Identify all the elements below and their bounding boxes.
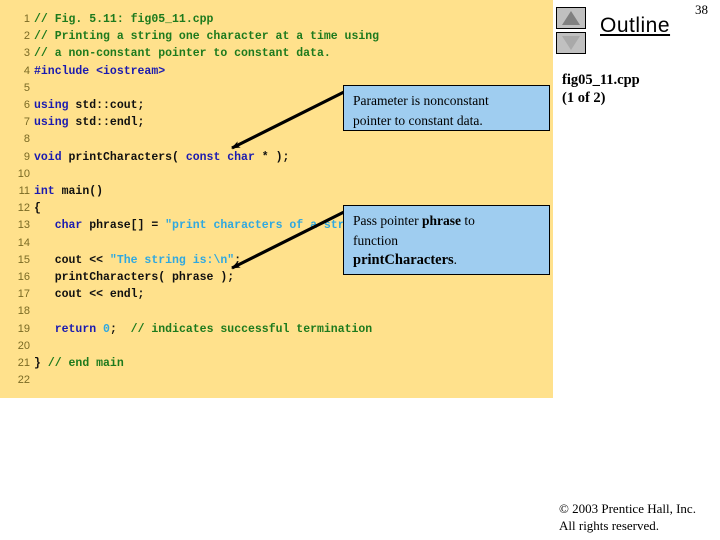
code-line-text: printCharacters( phrase ); <box>34 269 234 286</box>
code-line-text: void printCharacters( const char * ); <box>34 149 289 166</box>
code-line-number: 11 <box>18 185 30 197</box>
code-token: 0 <box>103 322 110 336</box>
code-token: using <box>34 116 69 130</box>
code-line-number: 4 <box>23 64 30 77</box>
code-line-number: 13 <box>17 219 30 232</box>
code-line-text: #include <iostream> <box>34 63 165 80</box>
outline-file-part: (1 of 2) <box>562 90 606 107</box>
code-line-text: // Printing a string one character at a … <box>34 28 379 45</box>
code-token: #include <iostream> <box>34 64 166 78</box>
code-token: // end main <box>47 357 124 370</box>
callout-pass-pointer-line-2: function <box>353 231 541 251</box>
triangle-up-icon <box>562 11 580 25</box>
code-token: "print characters of a string" <box>165 219 373 233</box>
code-line-number: 2 <box>23 30 30 43</box>
code-line-text: } // end main <box>34 355 124 372</box>
code-line-number: 20 <box>17 339 30 352</box>
code-token: void <box>34 150 62 164</box>
code-token: int <box>34 185 55 198</box>
code-token: ; <box>109 322 131 336</box>
callout-text: . <box>453 252 458 268</box>
code-line-number: 21 <box>17 357 30 369</box>
outline-title: Outline <box>600 14 671 37</box>
code-line-text: cout << endl; <box>34 286 145 303</box>
callout-pass-pointer: Pass pointer phrase to function printCha… <box>343 205 550 275</box>
code-line-text: cout << "The string is:\n"; <box>34 252 241 269</box>
callout-parameter-line-1: Parameter is nonconstant <box>353 91 541 111</box>
code-line-number: 17 <box>17 288 30 301</box>
code-token: return <box>54 322 97 336</box>
triangle-down-icon <box>562 36 580 50</box>
code-line-number: 5 <box>23 81 30 94</box>
scroll-down-button[interactable] <box>556 32 586 54</box>
code-token: { <box>34 202 41 216</box>
outline-file-name: fig05_11.cpp <box>562 72 640 88</box>
code-token: phrase[] = <box>82 219 166 233</box>
code-token: printCharacters( <box>61 150 186 164</box>
callout-code-phrase: phrase <box>422 213 462 228</box>
code-line-text: // Fig. 5.11: fig05_11.cpp <box>34 11 213 28</box>
slide-canvas: 1 // Fig. 5.11: fig05_11.cpp 2 // Printing … <box>0 0 720 540</box>
callout-pass-pointer-line-1: Pass pointer phrase to <box>353 211 541 231</box>
code-line-number: 12 <box>17 202 30 215</box>
code-line-number: 3 <box>23 47 30 60</box>
copyright-line-1: © 2003 Prentice Hall, Inc. <box>559 501 696 516</box>
code-token: cout << <box>34 253 110 267</box>
code-token: // a non-constant pointer to constant da… <box>34 47 331 61</box>
code-line-number: 1 <box>23 13 30 25</box>
code-token: main() <box>54 185 104 198</box>
code-line-text: int main() <box>34 183 103 200</box>
callout-parameter: Parameter is nonconstant pointer to cons… <box>343 85 550 131</box>
callout-pass-pointer-line-3: printCharacters. <box>353 250 541 271</box>
outline-nav-buttons[interactable] <box>556 7 588 57</box>
copyright-line-2: All rights reserved. <box>559 517 660 533</box>
scroll-up-button[interactable] <box>556 7 586 29</box>
callout-parameter-line-2: pointer to constant data. <box>353 111 541 131</box>
code-line-number: 22 <box>17 374 30 387</box>
code-token: // Printing a string one character at a … <box>34 30 380 44</box>
code-line-text: // a non-constant pointer to constant da… <box>34 45 331 62</box>
code-token: } <box>34 357 48 370</box>
code-token: cout << endl; <box>34 288 145 302</box>
code-line-number: 15 <box>17 253 30 266</box>
callout-text: pointer to constant data. <box>353 112 483 128</box>
code-token: * ); <box>254 150 290 164</box>
code-token: "The string is:\n" <box>109 253 235 267</box>
code-token: const char <box>185 150 255 164</box>
code-panel: 1 // Fig. 5.11: fig05_11.cpp 2 // Printing … <box>0 0 553 398</box>
code-line-number: 19 <box>17 322 30 335</box>
code-line-number: 18 <box>17 305 30 318</box>
code-token: std::endl; <box>68 116 145 130</box>
code-line-text: return 0; // indicates successful termin… <box>34 321 373 338</box>
copyright-footer: © 2003 Prentice Hall, Inc. All rights re… <box>559 501 696 535</box>
code-token: ; <box>234 253 242 267</box>
outline-file-label: fig05_11.cpp (1 of 2) <box>562 71 640 107</box>
code-token: std::cout; <box>68 99 145 112</box>
code-line-number: 14 <box>17 236 30 249</box>
code-line-number: 6 <box>23 99 30 111</box>
code-token: using <box>34 99 69 112</box>
code-line-number: 10 <box>17 167 30 180</box>
callout-code-printcharacters: printCharacters <box>353 252 454 269</box>
page-number: 38 <box>695 2 708 17</box>
callout-text: Parameter is nonconstant <box>353 93 489 108</box>
callout-text: function <box>353 232 398 248</box>
code-line-number: 8 <box>23 133 30 146</box>
code-line-number: 16 <box>17 271 30 283</box>
code-line-number: 7 <box>23 116 30 129</box>
code-line-number: 9 <box>23 150 30 163</box>
code-token: printCharacters( phrase ); <box>34 271 235 284</box>
code-line-text: using std::endl; <box>34 114 144 131</box>
code-line-text: { <box>34 200 41 217</box>
code-token: char <box>54 219 83 233</box>
code-line-text: char phrase[] = "print characters of a s… <box>34 217 379 234</box>
code-token: // Fig. 5.11: fig05_11.cpp <box>34 13 214 26</box>
code-token: // indicates successful termination <box>130 322 373 336</box>
callout-text: to <box>461 213 475 228</box>
code-line-text: using std::cout; <box>34 97 144 114</box>
callout-text: Pass pointer <box>353 213 422 228</box>
